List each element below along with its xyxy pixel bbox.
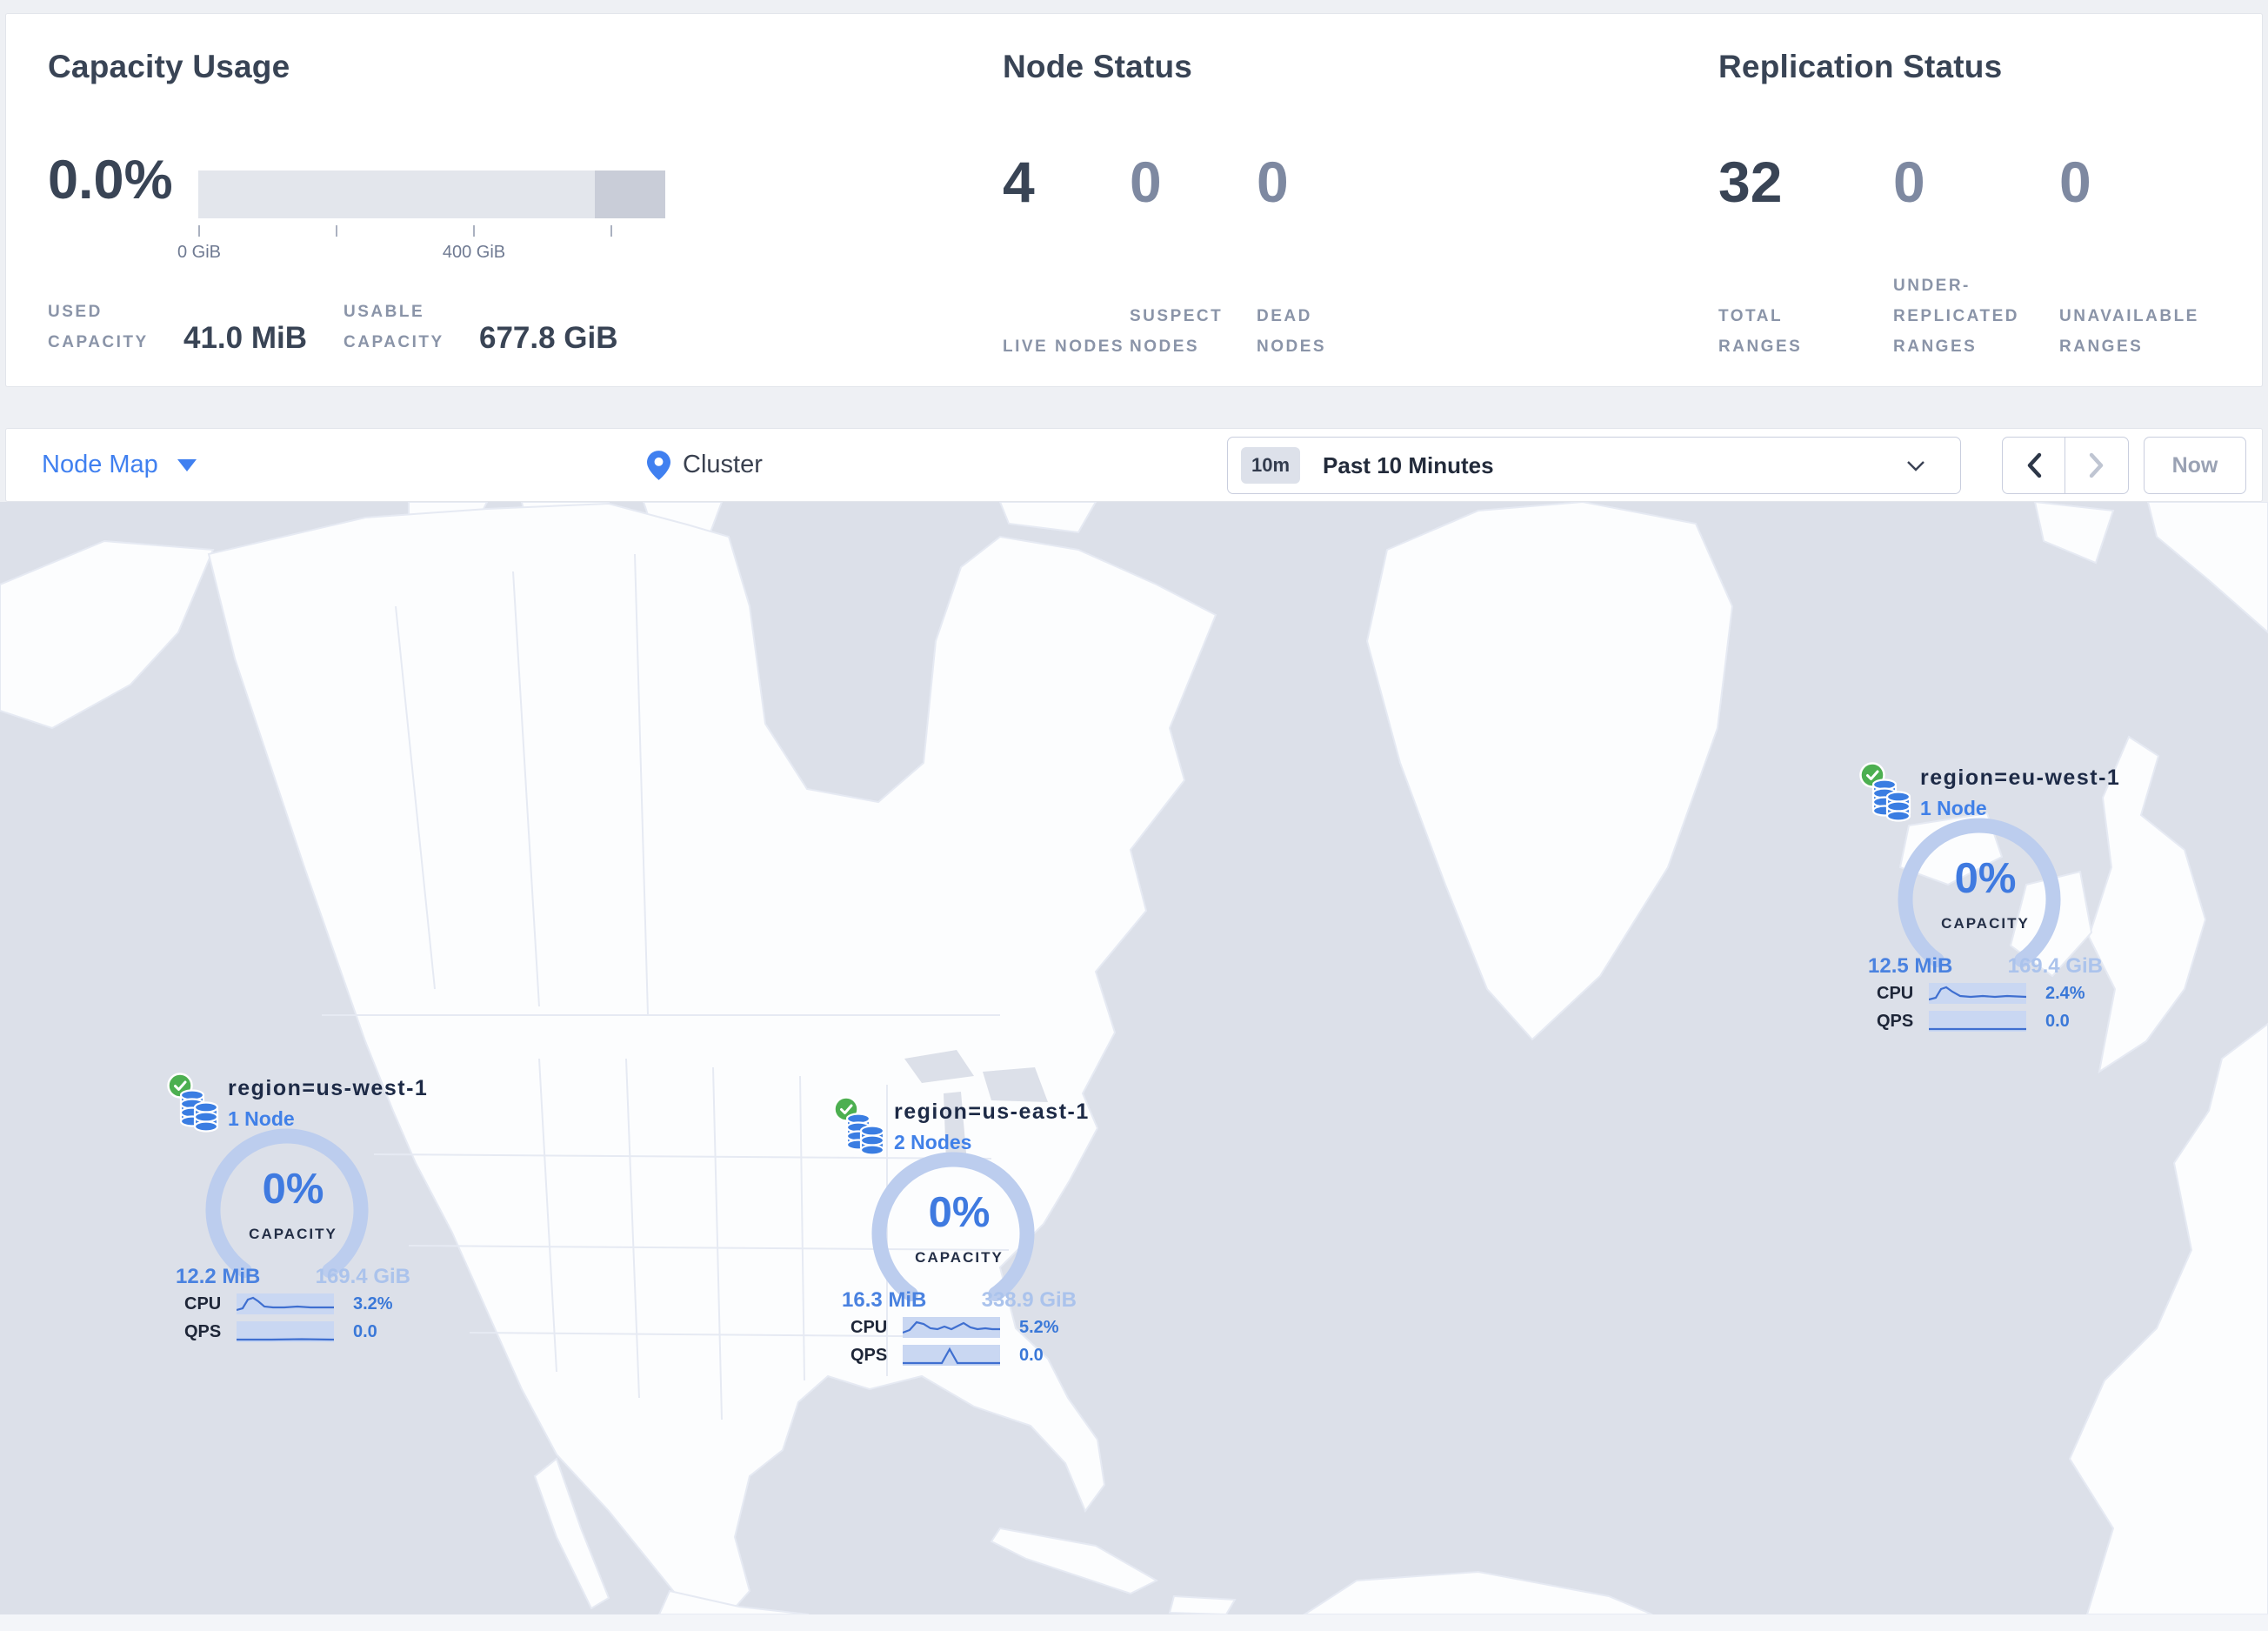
capacity-bar: 0 GiB 400 GiB xyxy=(177,170,665,265)
gauge-percent: 0% xyxy=(262,1166,324,1213)
gauge-capacity-label: CAPACITY xyxy=(915,1249,1004,1266)
capacity-percent: 0.0% xyxy=(48,150,173,211)
capacity-gauge: 0% CAPACITY 16.3 MiB 338.9 GiB xyxy=(824,1146,1094,1320)
map-toolbar: Node Map Cluster 10m Past 10 Minutes Now xyxy=(5,428,2263,502)
time-range-dropdown[interactable]: 10m Past 10 Minutes xyxy=(1227,437,1961,494)
next-arrow-icon xyxy=(2089,452,2104,478)
live-nodes-label: LIVE NODES xyxy=(1003,338,1125,356)
time-range-badge: 10m xyxy=(1241,447,1301,484)
node-status-title: Node Status xyxy=(1003,49,1193,84)
dead-nodes-value: 0 xyxy=(1257,150,1289,214)
region-label: region=us-west-1 xyxy=(228,1076,429,1100)
qps-value: 0.0 xyxy=(353,1321,377,1341)
gauge-total-value: 169.4 GiB xyxy=(315,1265,410,1288)
capacity-usage-title: Capacity Usage xyxy=(48,49,290,84)
gauge-capacity-label: CAPACITY xyxy=(249,1226,337,1242)
breadcrumb-label: Cluster xyxy=(683,451,763,478)
capacity-usage-section: Capacity Usage 0.0% 0 GiB 400 GiB USED C… xyxy=(48,14,917,386)
capacity-gauge: 0% CAPACITY 12.5 MiB 169.4 GiB xyxy=(1851,812,2120,986)
map-footer-strip xyxy=(0,1614,2268,1631)
dropdown-chevron-icon xyxy=(1907,461,1924,471)
view-selector-label: Node Map xyxy=(42,451,158,478)
cpu-label: CPU xyxy=(1877,983,1914,1003)
qps-label: QPS xyxy=(1877,1011,1914,1031)
gauge-used-value: 12.2 MiB xyxy=(176,1265,261,1288)
prev-time-button[interactable] xyxy=(2003,438,2065,493)
gauge-used-value: 12.5 MiB xyxy=(1868,954,1953,978)
node-map[interactable]: region=us-west-1 1 Node 0% CAPACITY 12.2… xyxy=(0,502,2268,1614)
qps-value: 0.0 xyxy=(2045,1011,2070,1031)
qps-sparkline xyxy=(1929,1011,2026,1032)
time-step-controls xyxy=(2002,437,2129,494)
gauge-total-value: 169.4 GiB xyxy=(2007,954,2103,978)
gauge-percent: 0% xyxy=(928,1189,991,1236)
time-range-label: Past 10 Minutes xyxy=(1323,451,1494,478)
qps-label: QPS xyxy=(184,1321,222,1341)
cluster-overview-panel: Capacity Usage 0.0% 0 GiB 400 GiB USED C… xyxy=(5,13,2263,387)
suspect-nodes-label: SUSPECT NODES xyxy=(1130,307,1224,356)
under-replicated-ranges-label: UNDER-REPLICATED RANGES xyxy=(1893,277,2019,356)
gauge-used-value: 16.3 MiB xyxy=(842,1288,927,1312)
qps-sparkline xyxy=(903,1345,1000,1366)
tick-label-0: 0 GiB xyxy=(177,243,222,262)
capacity-bar-track xyxy=(198,170,665,218)
under-replicated-ranges-value: 0 xyxy=(1893,150,1925,214)
view-selector-dropdown[interactable]: Node Map xyxy=(42,429,197,501)
chevron-down-icon xyxy=(177,458,197,471)
used-capacity-label: USED CAPACITY xyxy=(48,303,149,351)
qps-label: QPS xyxy=(850,1345,888,1365)
cpu-value: 2.4% xyxy=(2045,983,2085,1003)
next-time-button[interactable] xyxy=(2065,438,2128,493)
region-label: region=eu-west-1 xyxy=(1920,765,2121,790)
cpu-sparkline xyxy=(1929,983,2026,1004)
capacity-bar-ticks xyxy=(198,225,665,237)
replication-status-title: Replication Status xyxy=(1718,49,2003,84)
cpu-sparkline xyxy=(237,1293,334,1314)
cpu-value: 3.2% xyxy=(353,1293,393,1313)
suspect-nodes-value: 0 xyxy=(1130,150,1162,214)
dead-nodes-label: DEAD NODES xyxy=(1257,307,1327,356)
tick-label-400: 400 GiB xyxy=(442,243,506,262)
cpu-label: CPU xyxy=(184,1293,222,1313)
usable-capacity-value: 677.8 GiB xyxy=(479,321,618,355)
total-ranges-value: 32 xyxy=(1718,150,1783,214)
cpu-sparkline xyxy=(903,1317,1000,1338)
node-status-section: Node Status 4 0 0 LIVE NODES SUSPECT NOD… xyxy=(1003,14,1646,386)
qps-sparkline xyxy=(237,1321,334,1342)
gauge-capacity-label: CAPACITY xyxy=(1941,915,2030,932)
world-map xyxy=(0,502,2268,1614)
qps-value: 0.0 xyxy=(1019,1345,1044,1365)
location-pin-icon xyxy=(647,450,670,480)
gauge-percent: 0% xyxy=(1954,855,2017,902)
region-label: region=us-east-1 xyxy=(894,1100,1090,1124)
used-capacity-value: 41.0 MiB xyxy=(183,321,307,355)
unavailable-ranges-value: 0 xyxy=(2059,150,2091,214)
gauge-total-value: 338.9 GiB xyxy=(981,1288,1077,1312)
cpu-value: 5.2% xyxy=(1019,1317,1059,1337)
now-button[interactable]: Now xyxy=(2144,437,2246,494)
cpu-label: CPU xyxy=(850,1317,888,1337)
prev-arrow-icon xyxy=(2027,452,2041,478)
capacity-gauge: 0% CAPACITY 12.2 MiB 169.4 GiB xyxy=(158,1123,428,1297)
breadcrumb[interactable]: Cluster xyxy=(647,429,763,501)
unavailable-ranges-label: UNAVAILABLE RANGES xyxy=(2059,307,2199,356)
live-nodes-value: 4 xyxy=(1003,150,1035,214)
replication-status-section: Replication Status 32 0 0 TOTAL RANGES U… xyxy=(1718,14,2258,386)
capacity-bar-reserved-segment xyxy=(595,170,665,218)
usable-capacity-label: USABLE CAPACITY xyxy=(344,303,444,351)
total-ranges-label: TOTAL RANGES xyxy=(1718,307,1803,356)
